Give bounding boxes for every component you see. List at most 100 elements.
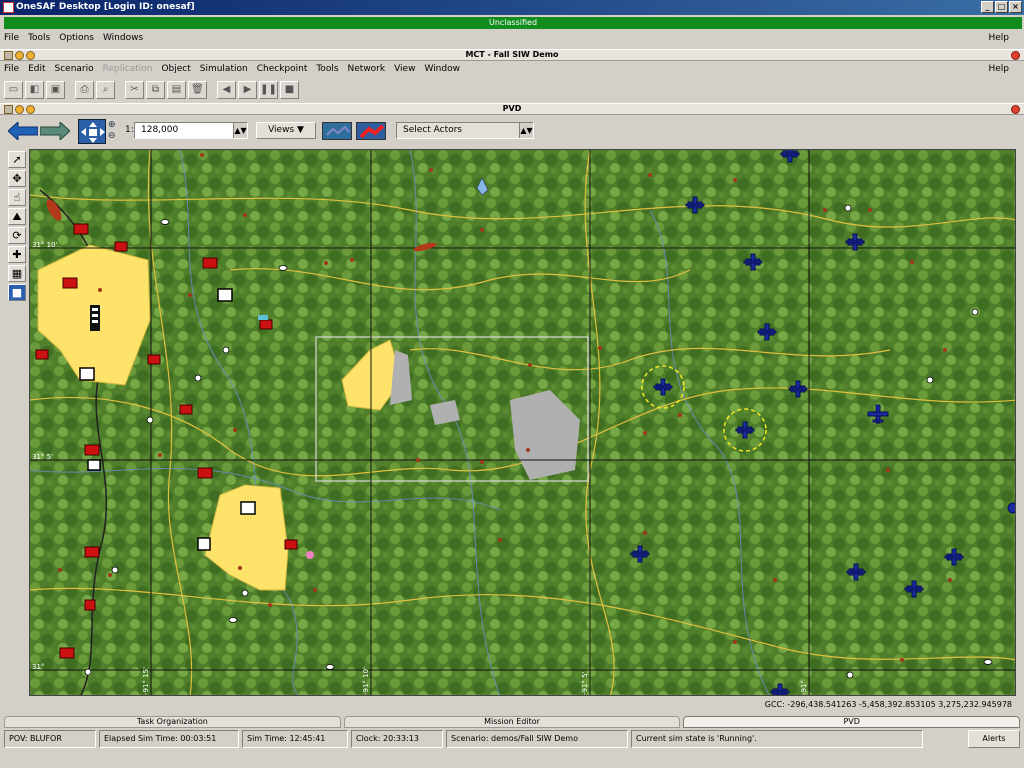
select-actors-combobox[interactable]: Select Actors ▲▼: [396, 122, 534, 139]
frame-minimize-icon[interactable]: [15, 105, 24, 114]
delete-icon[interactable]: 🗑: [188, 81, 207, 99]
menu-options[interactable]: Options: [59, 33, 94, 43]
pan-zoom-icon[interactable]: [78, 119, 106, 144]
pvd-frame-titlebar[interactable]: PVD: [0, 103, 1024, 115]
pvd-frame-title: PVD: [502, 104, 522, 113]
status-bar: POV: BLUFOR Elapsed Sim Time: 00:03:51 S…: [4, 730, 1020, 748]
find-icon[interactable]: ⌕: [96, 81, 115, 99]
select-arrow-icon[interactable]: ➚: [8, 151, 26, 168]
frame-maximize-icon[interactable]: [26, 51, 35, 60]
grid-label-lon-4: -91°: [800, 680, 808, 695]
minimize-button[interactable]: _: [981, 1, 994, 13]
status-pov: POV: BLUFOR: [4, 730, 96, 748]
unit-cube-icon[interactable]: ■: [8, 284, 26, 301]
grid-label-lat-1: 31° 10': [32, 241, 58, 249]
menu-tools[interactable]: Tools: [28, 33, 50, 43]
grid-label-lon-1: -91° 15': [142, 667, 150, 695]
pvd-frame-close-icon[interactable]: [1011, 105, 1020, 114]
mct-menu-window[interactable]: Window: [424, 64, 460, 74]
alerts-button[interactable]: Alerts: [968, 730, 1020, 748]
mct-menu-object[interactable]: Object: [161, 64, 190, 74]
rotate-icon[interactable]: ⟳: [8, 227, 26, 244]
chevron-down-icon[interactable]: ▲▼: [519, 123, 533, 138]
mct-frame-title: MCT - Fall SIW Demo: [465, 50, 559, 59]
mct-menu-checkpoint[interactable]: Checkpoint: [257, 64, 308, 74]
mct-menu-edit[interactable]: Edit: [28, 64, 45, 74]
tab-pvd[interactable]: PVD: [683, 716, 1021, 728]
overlay-icon[interactable]: ▦: [8, 265, 26, 282]
frame-maximize-icon[interactable]: [26, 105, 35, 114]
cut-icon[interactable]: ✂: [125, 81, 144, 99]
stop-icon[interactable]: ■: [280, 81, 299, 99]
mct-frame-controls[interactable]: [4, 51, 35, 60]
grid-label-lon-3: -91° 5': [581, 671, 589, 695]
print-icon[interactable]: ⎙: [75, 81, 94, 99]
frame-pin-icon[interactable]: [4, 105, 13, 114]
window-controls: _ □ ×: [981, 1, 1022, 13]
mct-frame-close-icon[interactable]: [1011, 51, 1020, 60]
rewind-icon[interactable]: ◀: [217, 81, 236, 99]
mct-menu-replication: Replication: [102, 64, 153, 74]
status-sim-time: Sim Time: 12:45:41: [242, 730, 348, 748]
play-icon[interactable]: ▶: [238, 81, 257, 99]
scale-value: 128,000: [141, 125, 179, 135]
mct-menubar: File Edit Scenario Replication Object Si…: [0, 62, 1024, 76]
close-button[interactable]: ×: [1009, 1, 1022, 13]
pvd-toolbar: ⊕ ⊖ 1: 128,000 ▲▼ Views ▼ Select Actors ▲…: [4, 118, 1020, 144]
status-clock: Clock: 20:33:13: [351, 730, 443, 748]
tab-mission-editor[interactable]: Mission Editor: [343, 716, 681, 728]
chevron-down-icon[interactable]: ▲▼: [233, 123, 247, 138]
zoom-lens-icons[interactable]: ⊕ ⊖: [108, 120, 116, 142]
classification-banner: Unclassified: [4, 17, 1022, 29]
views-button[interactable]: Views ▼: [256, 122, 316, 139]
status-elapsed-time: Elapsed Sim Time: 00:03:51: [99, 730, 239, 748]
mct-menu-help[interactable]: Help: [988, 64, 1009, 74]
select-actors-label: Select Actors: [403, 125, 462, 135]
mct-menu-tools[interactable]: Tools: [316, 64, 338, 74]
map-layer-red-icon[interactable]: [356, 122, 386, 140]
mct-menu-file[interactable]: File: [4, 64, 19, 74]
grid-label-lat-3: 31°: [32, 663, 44, 671]
pan-cross-icon[interactable]: ✥: [8, 170, 26, 187]
maximize-button[interactable]: □: [995, 1, 1008, 13]
map-layer-blue-icon[interactable]: [322, 122, 352, 140]
window-title: OneSAF Desktop [Login ID: onesaf]: [16, 2, 195, 12]
hand-icon[interactable]: ☝: [8, 189, 26, 206]
pause-icon[interactable]: ❚❚: [259, 81, 278, 99]
open-icon[interactable]: ◧: [25, 81, 44, 99]
menu-windows[interactable]: Windows: [103, 33, 143, 43]
menu-help[interactable]: Help: [988, 33, 1009, 43]
paste-icon[interactable]: ▤: [167, 81, 186, 99]
status-sim-state: Current sim state is 'Running'.: [631, 730, 923, 748]
map-terrain-svg[interactable]: 31° 10' 31° 5' 31° -91° 15' -91° 10' -91…: [30, 150, 1016, 696]
onesaf-app-icon: [3, 2, 14, 13]
crosshair-icon[interactable]: ✚: [8, 246, 26, 263]
pvd-frame-controls[interactable]: [4, 105, 35, 114]
frame-pin-icon[interactable]: [4, 51, 13, 60]
status-scenario: Scenario: demos/Fall SIW Demo: [446, 730, 628, 748]
desktop-menubar: File Tools Options Windows Help: [0, 31, 1024, 45]
mct-menu-view[interactable]: View: [394, 64, 415, 74]
save-icon[interactable]: ▣: [46, 81, 65, 99]
pvd-map-canvas[interactable]: 31° 10' 31° 5' 31° -91° 15' -91° 10' -91…: [29, 149, 1016, 696]
coordinates-readout: GCC: -296,438.541263 -5,458,392.853105 3…: [764, 700, 1012, 709]
map-tool-palette: ➚ ✥ ☝ ⛰ ⟳ ✚ ▦ ■: [8, 151, 28, 303]
mct-menu-scenario[interactable]: Scenario: [55, 64, 94, 74]
mct-menu-network[interactable]: Network: [348, 64, 386, 74]
terrain-icon[interactable]: ⛰: [8, 208, 26, 225]
scale-combobox[interactable]: 128,000 ▲▼: [134, 122, 248, 139]
frame-minimize-icon[interactable]: [15, 51, 24, 60]
mct-frame-titlebar[interactable]: MCT - Fall SIW Demo: [0, 49, 1024, 61]
scale-prefix: 1:: [125, 125, 134, 135]
grid-label-lon-2: -91° 10': [362, 667, 370, 695]
new-icon[interactable]: ▭: [4, 81, 23, 99]
mct-toolbar: ▭ ◧ ▣ ⎙ ⌕ ✂ ⧉ ▤ 🗑 ◀ ▶ ❚❚ ■: [4, 80, 299, 100]
menu-file[interactable]: File: [4, 33, 19, 43]
back-arrow-icon[interactable]: [8, 122, 38, 140]
bottom-tab-strip: Task Organization Mission Editor PVD: [4, 716, 1021, 728]
mct-menu-simulation[interactable]: Simulation: [200, 64, 248, 74]
copy-icon[interactable]: ⧉: [146, 81, 165, 99]
window-title-bar: OneSAF Desktop [Login ID: onesaf] _ □ ×: [0, 0, 1024, 15]
tab-task-organization[interactable]: Task Organization: [4, 716, 341, 728]
forward-arrow-icon[interactable]: [40, 122, 70, 140]
